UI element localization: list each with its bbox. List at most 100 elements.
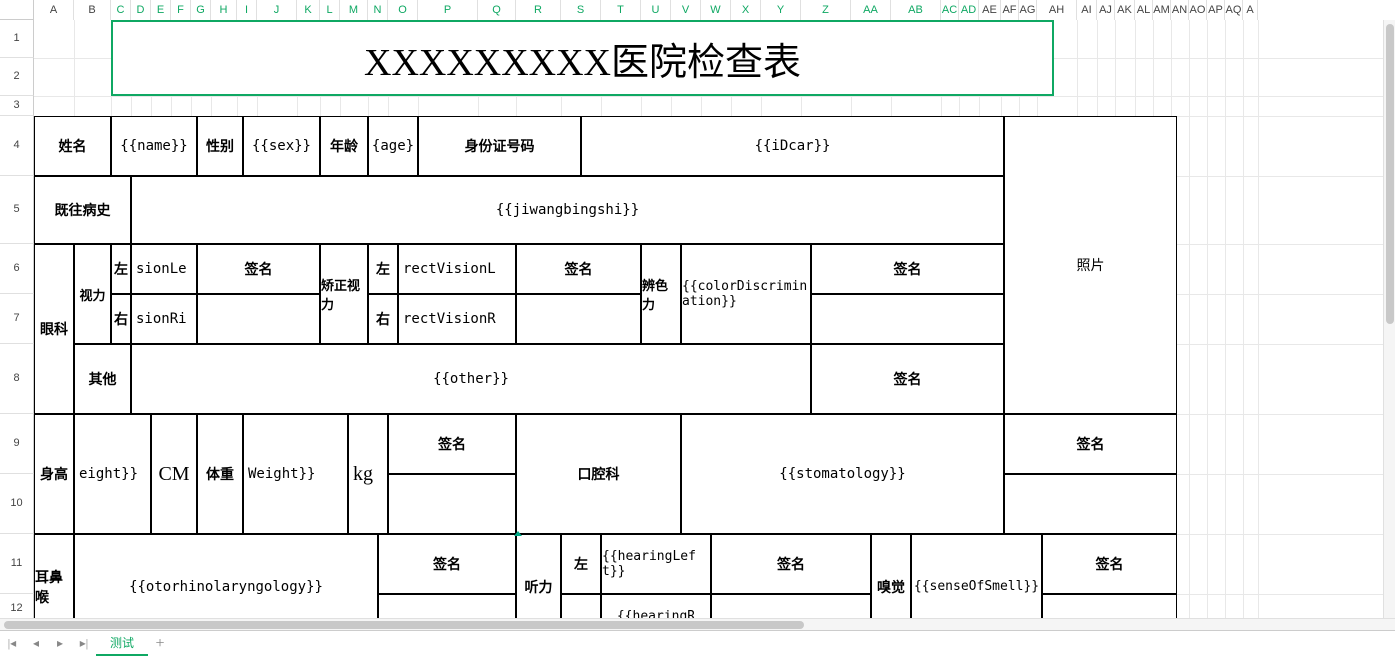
value-weight[interactable]: Weight}} [243,414,348,534]
row-header-11[interactable]: 11 [0,534,34,594]
value-color[interactable]: {{colorDiscrimination}} [681,244,811,344]
nav-first-icon[interactable]: |◂ [0,632,24,656]
label-cm[interactable]: CM [151,414,197,534]
col-header-AL[interactable]: AL [1135,0,1153,20]
label-eye[interactable]: 眼科 [34,244,74,414]
col-header-L[interactable]: L [320,0,340,20]
label-vision-left[interactable]: 左 [111,244,131,294]
value-history[interactable]: {{jiwangbingshi}} [131,176,1004,244]
col-header-AO[interactable]: AO [1189,0,1207,20]
value-vision-right[interactable]: sionRi [131,294,197,344]
col-header-A[interactable]: A [34,0,74,20]
label-correct-left[interactable]: 左 [368,244,398,294]
row-header-7[interactable]: 7 [0,294,34,344]
col-header-S[interactable]: S [561,0,601,20]
col-header-AG[interactable]: AG [1019,0,1037,20]
col-header-M[interactable]: M [340,0,368,20]
label-sign-4[interactable]: 签名 [811,344,1004,414]
row-headers[interactable]: 123456789101112 [0,20,34,624]
value-vision-left[interactable]: sionLe [131,244,197,294]
sign-3-blank[interactable] [811,294,1004,344]
col-header-H[interactable]: H [211,0,237,20]
row-header-5[interactable]: 5 [0,176,34,244]
scroll-thumb-v[interactable] [1386,24,1394,324]
col-header-AH[interactable]: AH [1037,0,1077,20]
label-vision[interactable]: 视力 [74,244,111,344]
col-header-AN[interactable]: AN [1171,0,1189,20]
value-name[interactable]: {{name}} [111,116,197,176]
nav-prev-icon[interactable]: ◂ [24,632,48,656]
col-header-Q[interactable]: Q [478,0,516,20]
col-header-U[interactable]: U [641,0,671,20]
col-header-J[interactable]: J [257,0,297,20]
col-header-I[interactable]: I [237,0,257,20]
photo-cell[interactable]: 照片 [1004,116,1177,414]
col-header-T[interactable]: T [601,0,641,20]
sign-2-blank[interactable] [516,294,641,344]
col-header-F[interactable]: F [171,0,191,20]
value-hearing-left[interactable]: {{hearingLeft}} [601,534,711,594]
col-header-E[interactable]: E [151,0,171,20]
horizontal-scrollbar[interactable] [0,618,1395,630]
label-sign-3[interactable]: 签名 [811,244,1004,294]
label-sex[interactable]: 性别 [197,116,243,176]
title-cell[interactable]: XXXXXXXXX医院检查表 [111,20,1054,96]
value-height[interactable]: eight}} [74,414,151,534]
sign-5-blank[interactable] [388,474,516,534]
col-header-Z[interactable]: Z [801,0,851,20]
col-header-AC[interactable]: AC [941,0,959,20]
col-header-N[interactable]: N [368,0,388,20]
col-header-A[interactable]: A [1243,0,1258,20]
label-sign-8[interactable]: 签名 [711,534,871,594]
col-header-AB[interactable]: AB [891,0,941,20]
col-header-D[interactable]: D [131,0,151,20]
value-sex[interactable]: {{sex}} [243,116,320,176]
label-correct-right[interactable]: 右 [368,294,398,344]
nav-next-icon[interactable]: ▸ [48,632,72,656]
label-sign-7[interactable]: 签名 [378,534,516,594]
col-header-K[interactable]: K [297,0,320,20]
label-color[interactable]: 辨色力 [641,244,681,344]
col-header-B[interactable]: B [74,0,111,20]
label-sign-9[interactable]: 签名 [1042,534,1177,594]
label-kg[interactable]: kg [348,414,388,534]
col-header-O[interactable]: O [388,0,418,20]
col-header-Y[interactable]: Y [761,0,801,20]
col-header-AJ[interactable]: AJ [1097,0,1115,20]
col-header-P[interactable]: P [418,0,478,20]
sign-6-blank[interactable] [1004,474,1177,534]
vertical-scrollbar[interactable] [1383,20,1395,618]
col-header-AF[interactable]: AF [1001,0,1019,20]
col-header-V[interactable]: V [671,0,701,20]
col-header-AP[interactable]: AP [1207,0,1225,20]
row-header-4[interactable]: 4 [0,116,34,176]
col-header-AD[interactable]: AD [959,0,979,20]
label-stoma[interactable]: 口腔科 [516,414,681,534]
value-age[interactable]: {age} [368,116,418,176]
sign-1-blank[interactable] [197,294,320,344]
label-sign-1[interactable]: 签名 [197,244,320,294]
label-vision-right[interactable]: 右 [111,294,131,344]
label-history[interactable]: 既往病史 [34,176,131,244]
col-header-G[interactable]: G [191,0,211,20]
label-name[interactable]: 姓名 [34,116,111,176]
label-id[interactable]: 身份证号码 [418,116,581,176]
value-correct-right[interactable]: rectVisionR [398,294,516,344]
col-header-AA[interactable]: AA [851,0,891,20]
value-other[interactable]: {{other}} [131,344,811,414]
add-sheet-icon[interactable]: + [148,635,172,653]
value-id[interactable]: {{iDcar}} [581,116,1004,176]
select-all-corner[interactable] [0,0,34,20]
label-age[interactable]: 年龄 [320,116,368,176]
row-header-6[interactable]: 6 [0,244,34,294]
col-header-AQ[interactable]: AQ [1225,0,1243,20]
row-header-8[interactable]: 8 [0,344,34,414]
col-header-C[interactable]: C [111,0,131,20]
row-header-9[interactable]: 9 [0,414,34,474]
label-sign-2[interactable]: 签名 [516,244,641,294]
col-header-R[interactable]: R [516,0,561,20]
scroll-thumb-h[interactable] [4,621,804,629]
label-correct-vision[interactable]: 矫正视力 [320,244,368,344]
label-sign-5[interactable]: 签名 [388,414,516,474]
label-weight[interactable]: 体重 [197,414,243,534]
